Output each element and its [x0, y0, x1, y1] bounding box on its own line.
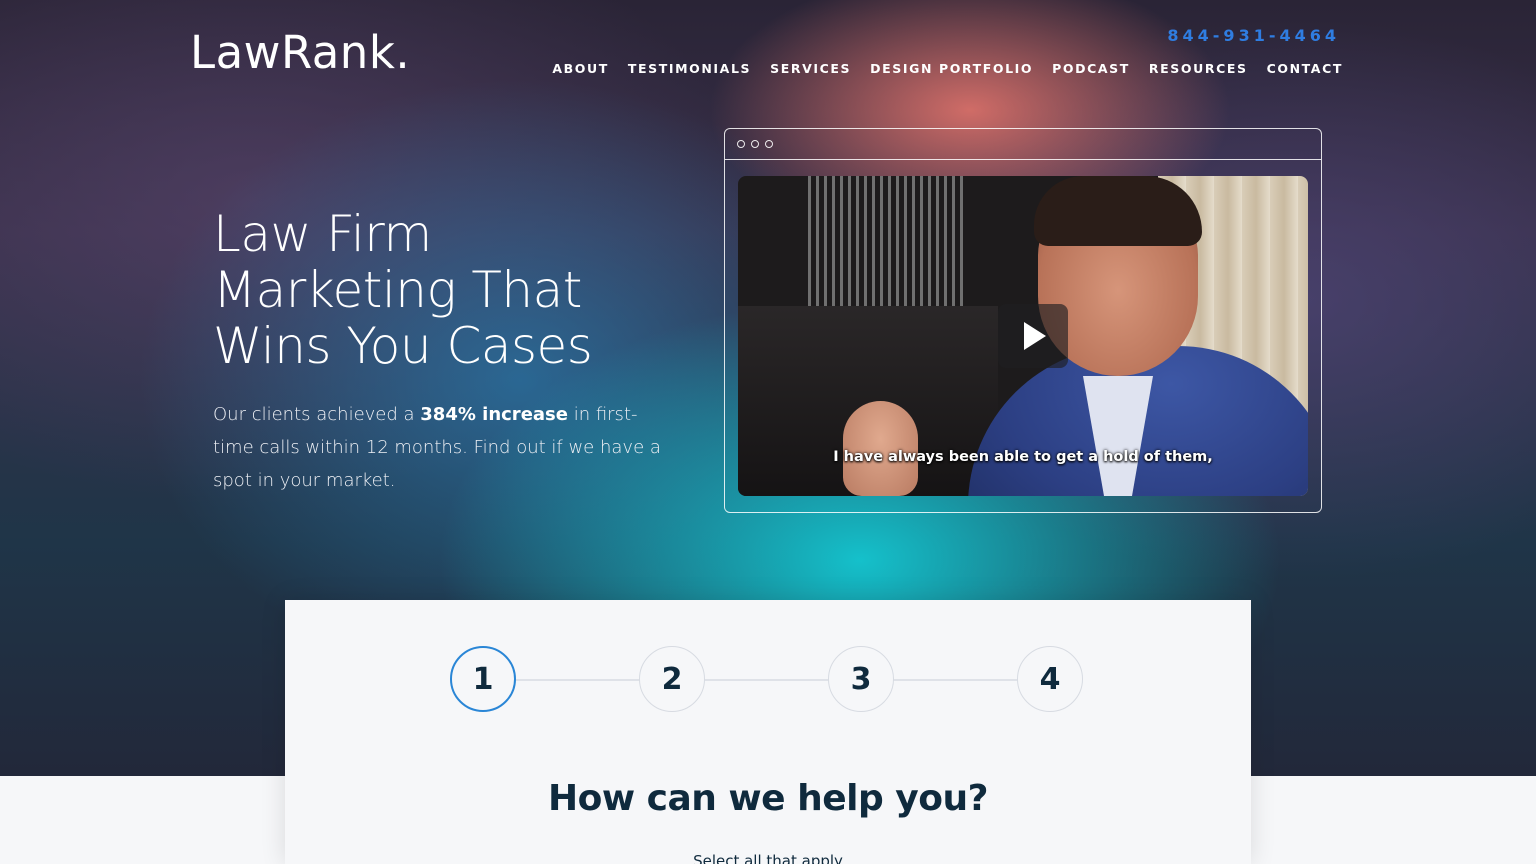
nav-item-services[interactable]: SERVICES — [770, 61, 851, 76]
video-blinds — [808, 176, 968, 306]
window-dot-icon — [765, 140, 773, 148]
brand-logo[interactable]: LawRank. — [190, 26, 410, 79]
nav-item-about[interactable]: ABOUT — [552, 61, 609, 76]
lead-form-card: 1 2 3 4 How can we help you? Select all … — [285, 600, 1251, 864]
subcopy-lead: Our clients achieved a — [213, 404, 421, 425]
play-icon[interactable] — [998, 304, 1068, 368]
form-title: How can we help you? — [547, 778, 989, 819]
form-subtitle: Select all that apply — [693, 852, 843, 864]
headline-line-2: Marketing That — [213, 261, 582, 319]
nav-item-design-portfolio[interactable]: DESIGN PORTFOLIO — [870, 61, 1033, 76]
nav-item-podcast[interactable]: PODCAST — [1052, 61, 1130, 76]
hero-headline: Law Firm Marketing That Wins You Cases — [213, 206, 693, 374]
browser-frame: I have always been able to get a hold of… — [724, 128, 1322, 513]
step-4[interactable]: 4 — [1017, 646, 1083, 712]
window-dot-icon — [737, 140, 745, 148]
hero-subcopy: Our clients achieved a 384% increase in … — [213, 398, 673, 497]
step-1[interactable]: 1 — [450, 646, 516, 712]
step-3[interactable]: 3 — [828, 646, 894, 712]
subcopy-highlight: 384% increase — [420, 404, 568, 425]
headline-line-1: Law Firm — [213, 205, 432, 263]
step-indicator: 1 2 3 4 — [450, 646, 1086, 714]
video-caption: I have always been able to get a hold of… — [833, 449, 1213, 465]
nav-item-contact[interactable]: CONTACT — [1267, 61, 1343, 76]
window-dot-icon — [751, 140, 759, 148]
nav-item-testimonials[interactable]: TESTIMONIALS — [628, 61, 751, 76]
testimonial-video[interactable]: I have always been able to get a hold of… — [738, 176, 1308, 496]
headline-line-3: Wins You Cases — [213, 317, 593, 375]
step-2[interactable]: 2 — [639, 646, 705, 712]
phone-link[interactable]: 844-931-4464 — [1167, 26, 1340, 45]
browser-titlebar — [725, 129, 1321, 160]
nav-item-resources[interactable]: RESOURCES — [1149, 61, 1248, 76]
step-connector — [484, 679, 1052, 681]
main-nav: ABOUT TESTIMONIALS SERVICES DESIGN PORTF… — [552, 61, 1343, 76]
video-speaker-hair — [1034, 176, 1202, 246]
